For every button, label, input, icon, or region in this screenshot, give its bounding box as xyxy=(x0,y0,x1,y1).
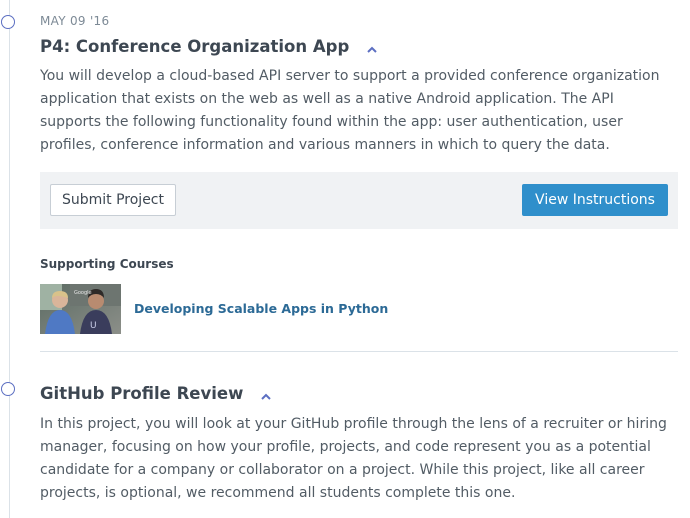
chevron-up-icon[interactable] xyxy=(261,385,271,404)
project-date: MAY 09 '16 xyxy=(40,14,110,28)
svg-text:U: U xyxy=(90,321,97,331)
project-title-text: GitHub Profile Review xyxy=(40,384,244,403)
supporting-courses-heading: Supporting Courses xyxy=(40,257,174,271)
course-thumbnail[interactable]: U Google xyxy=(40,284,121,334)
timeline-marker-icon xyxy=(1,15,15,29)
section-divider xyxy=(40,351,678,352)
project-title-text: P4: Conference Organization App xyxy=(40,37,350,56)
timeline-line xyxy=(9,0,10,518)
project-title[interactable]: P4: Conference Organization App xyxy=(40,37,377,57)
project-actions-bar: Submit Project View Instructions xyxy=(40,172,678,229)
project-description: In this project, you will look at your G… xyxy=(40,416,667,501)
view-instructions-button[interactable]: View Instructions xyxy=(522,184,668,216)
project-description: You will develop a cloud-based API serve… xyxy=(40,68,660,153)
chevron-up-icon[interactable] xyxy=(367,38,377,57)
submit-project-button[interactable]: Submit Project xyxy=(50,184,176,216)
project-title[interactable]: GitHub Profile Review xyxy=(40,384,271,404)
thumbnail-logo-text: Google xyxy=(74,290,92,296)
course-link[interactable]: Developing Scalable Apps in Python xyxy=(134,301,388,316)
timeline-marker-icon xyxy=(1,382,15,396)
